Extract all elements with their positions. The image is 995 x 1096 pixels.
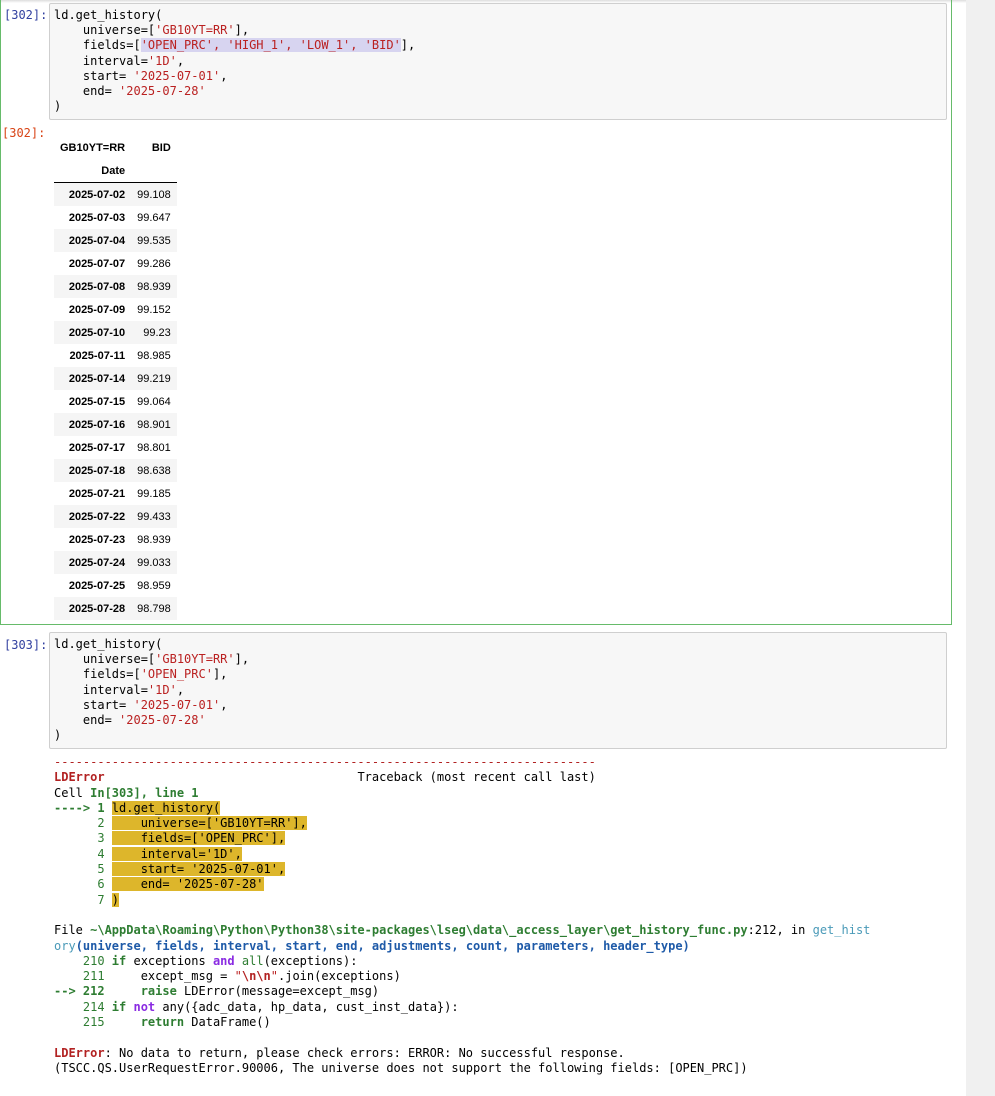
table-row: 2025-07-17 98.801 — [54, 436, 177, 459]
row-bid: 99.23 — [143, 326, 171, 339]
error-message: : No data to return, please check errors… — [104, 1045, 625, 1060]
row-date: 2025-07-14 — [68, 372, 126, 385]
row-bid: 99.033 — [137, 556, 171, 569]
table-row: 2025-07-22 99.433 — [54, 505, 177, 528]
column-header-ric: GB10YT=RR — [60, 141, 126, 154]
table-row: 2025-07-11 98.985 — [54, 344, 177, 367]
index-name: Date — [54, 159, 132, 183]
row-date: 2025-07-11 — [69, 349, 126, 362]
table-row: 2025-07-16 98.901 — [54, 413, 177, 436]
row-bid: 98.985 — [137, 349, 171, 362]
file-path: ~\AppData\Roaming\Python\Python38\site-p… — [90, 923, 748, 938]
input-prompt-302: [302]: — [4, 8, 48, 22]
error-name: LDError — [54, 770, 105, 785]
table-row: 2025-07-15 99.064 — [54, 390, 177, 413]
row-date: 2025-07-23 — [68, 533, 126, 546]
row-bid: 99.647 — [137, 211, 171, 224]
error-message-name: LDError — [54, 1045, 105, 1060]
row-date: 2025-07-24 — [68, 556, 126, 569]
error-traceback: ----------------------------------------… — [54, 755, 871, 1075]
row-bid: 98.901 — [137, 418, 171, 431]
table-row: 2025-07-24 99.033 — [54, 551, 177, 574]
row-date: 2025-07-02 — [68, 188, 126, 201]
table-row: 2025-07-09 99.152 — [54, 298, 177, 321]
table-row: 2025-07-03 99.647 — [54, 206, 177, 229]
code-cell-303[interactable]: ld.get_history( universe=['GB10YT=RR'], … — [49, 632, 947, 749]
table-body: 2025-07-02 99.108 2025-07-03 99.647 2025-07-… — [54, 182, 177, 620]
vertical-scrollbar[interactable] — [966, 0, 995, 1096]
table-row: 2025-07-23 98.939 — [54, 528, 177, 551]
row-date: 2025-07-08 — [68, 280, 126, 293]
input-prompt-303: [303]: — [4, 638, 48, 652]
row-date: 2025-07-09 — [68, 303, 126, 316]
table-row: 2025-07-28 98.798 — [54, 597, 177, 620]
row-date: 2025-07-22 — [68, 510, 126, 523]
table-row: 2025-07-18 98.638 — [54, 459, 177, 482]
table-row: 2025-07-25 98.959 — [54, 574, 177, 597]
function-name: get_hist — [812, 923, 871, 938]
row-bid: 99.433 — [137, 510, 171, 523]
row-bid: 99.286 — [137, 257, 171, 270]
cell-reference: In[303], line 1 — [90, 785, 199, 800]
table-row: 2025-07-08 98.939 — [54, 275, 177, 298]
row-bid: 99.152 — [137, 303, 171, 316]
table-row: 2025-07-14 99.219 — [54, 367, 177, 390]
column-header-bid: BID — [151, 141, 171, 154]
error-detail: (TSCC.QS.UserRequestError.90006, The uni… — [54, 1060, 748, 1075]
row-bid: 99.219 — [137, 372, 171, 385]
row-bid: 98.939 — [137, 280, 171, 293]
row-date: 2025-07-17 — [68, 441, 126, 454]
table-row: 2025-07-07 99.286 — [54, 252, 177, 275]
row-date: 2025-07-07 — [68, 257, 126, 270]
row-bid: 98.798 — [137, 602, 171, 615]
row-bid: 99.108 — [137, 188, 171, 201]
row-bid: 99.185 — [137, 487, 171, 500]
row-bid: 98.801 — [137, 441, 171, 454]
row-bid: 99.064 — [137, 395, 171, 408]
row-bid: 98.959 — [137, 579, 171, 592]
table-row: 2025-07-21 99.185 — [54, 482, 177, 505]
row-date: 2025-07-25 — [68, 579, 126, 592]
function-signature: (universe, fields, interval, start, end,… — [75, 938, 690, 953]
code-cell-302[interactable]: ld.get_history( universe=['GB10YT=RR'], … — [49, 3, 947, 120]
row-date: 2025-07-10 — [68, 326, 126, 339]
code-line: ld.get_history( — [54, 8, 163, 22]
output-prompt-302: [302]: — [2, 126, 46, 140]
row-bid: 99.535 — [137, 234, 171, 247]
selected-text: 'OPEN_PRC', 'HIGH_1', 'LOW_1', 'BID' — [140, 38, 401, 53]
row-date: 2025-07-04 — [68, 234, 126, 247]
row-date: 2025-07-16 — [68, 418, 126, 431]
row-date: 2025-07-21 — [68, 487, 126, 500]
row-date: 2025-07-15 — [68, 395, 126, 408]
row-bid: 98.638 — [137, 464, 171, 477]
row-date: 2025-07-03 — [68, 211, 126, 224]
dataframe-table: GB10YT=RR BID Date 2025-07-02 99.108 2025-… — [54, 136, 177, 620]
traceback-rule: ----------------------------------------… — [54, 755, 596, 769]
table-row: 2025-07-02 99.108 — [54, 182, 177, 206]
row-date: 2025-07-28 — [68, 602, 126, 615]
row-date: 2025-07-18 — [68, 464, 126, 477]
row-bid: 98.939 — [137, 533, 171, 546]
table-row: 2025-07-10 99.23 — [54, 321, 177, 344]
table-row: 2025-07-04 99.535 — [54, 229, 177, 252]
